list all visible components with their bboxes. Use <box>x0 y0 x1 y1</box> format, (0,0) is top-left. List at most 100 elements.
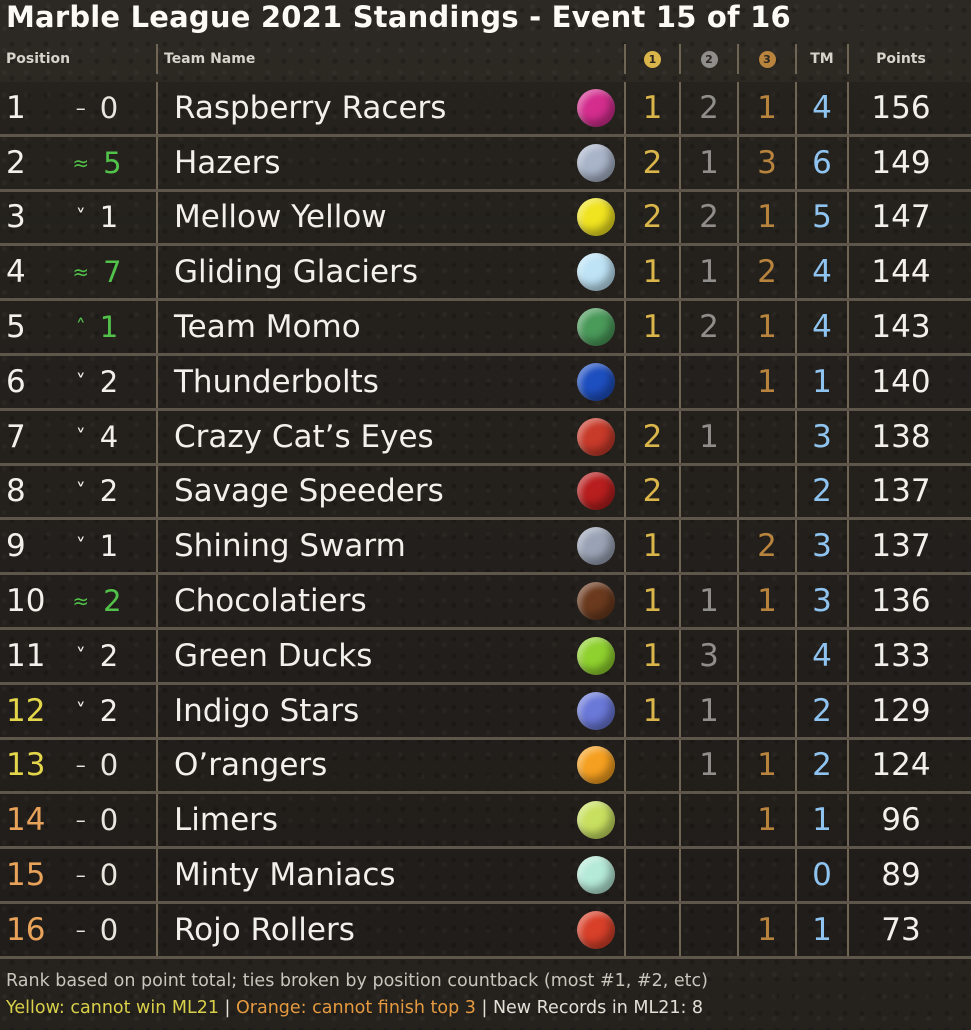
silver-count: 1 <box>681 739 739 792</box>
tm-count: 0 <box>797 849 849 901</box>
standings-board: Marble League 2021 Standings - Event 15 … <box>0 0 971 1030</box>
bronze-count <box>739 629 797 682</box>
marble-cell <box>568 410 626 463</box>
team-name: Crazy Cat’s Eyes <box>174 418 434 455</box>
team-name: Thunderbolts <box>174 363 379 400</box>
points-cell: 136 <box>871 583 931 620</box>
position-cell: 4 <box>6 254 26 291</box>
change-value: 7 <box>103 255 122 290</box>
silver-count <box>681 355 739 408</box>
tm-count: 1 <box>797 355 849 408</box>
position-change: ˅ 2 <box>38 629 158 682</box>
footer-yellow-note: Yellow: cannot win ML21 <box>6 998 219 1018</box>
team-name: Raspberry Racers <box>174 89 447 126</box>
header-team-name: Team Name <box>158 44 626 74</box>
table-row: 5 ˄ 1 Team Momo 1 2 1 4 143 <box>0 301 971 356</box>
down-arrow-icon: ˅ <box>75 424 86 449</box>
bronze-count: 1 <box>739 301 797 353</box>
footer-separator: | <box>475 998 493 1018</box>
down-arrow-icon: ˅ <box>75 479 86 504</box>
position-change: –0 <box>38 739 158 792</box>
table-row: 7 ˅ 4 Crazy Cat’s Eyes 2 1 3 138 <box>0 410 971 466</box>
silver-count: 2 <box>681 301 739 353</box>
gold-count <box>626 903 681 956</box>
marble-icon <box>577 362 615 401</box>
down-arrow-icon: ˅ <box>75 643 86 668</box>
gold-count: 1 <box>626 301 681 353</box>
table-row: 8 ˅ 2 Savage Speeders 2 2 137 <box>0 465 971 521</box>
points-cell: 73 <box>881 911 921 948</box>
tm-count: 1 <box>797 903 849 956</box>
marble-icon <box>577 143 615 182</box>
marble-icon <box>577 691 615 730</box>
points-cell: 133 <box>871 637 931 674</box>
change-value: 2 <box>99 364 119 399</box>
bronze-count: 1 <box>739 739 797 792</box>
team-name: Limers <box>174 802 279 839</box>
marble-cell <box>568 739 626 792</box>
position-change: –0 <box>38 849 158 901</box>
down-arrow-icon: ˅ <box>75 698 86 723</box>
table-header: Position Team Name 1 2 3 TM Points <box>0 44 971 74</box>
footer-rank-note: Rank based on point total; ties broken b… <box>6 971 708 991</box>
marble-cell <box>568 520 626 573</box>
silver-count: 3 <box>681 629 739 682</box>
down-arrow-icon: ˅ <box>75 205 86 230</box>
footer-separator: | <box>218 998 237 1018</box>
bronze-medal-icon: 3 <box>758 50 776 68</box>
marble-cell <box>568 246 626 299</box>
bronze-count: 1 <box>739 794 797 847</box>
footer: Rank based on point total; ties broken b… <box>0 968 971 1030</box>
position-change: ˅ 2 <box>38 465 158 518</box>
tm-count: 3 <box>797 575 849 627</box>
gold-count: 1 <box>626 629 681 682</box>
change-value: 1 <box>99 310 119 345</box>
position-cell: 7 <box>6 418 26 455</box>
table-row: 14–0 Limers 1 1 96 <box>0 794 971 850</box>
table-row: 11 ˅ 2 Green Ducks 1 3 4 133 <box>0 629 971 685</box>
silver-count: 1 <box>681 410 739 463</box>
gold-count <box>626 849 681 901</box>
position-cell: 12 <box>6 692 46 729</box>
footer-legend: Yellow: cannot win ML21 | Orange: cannot… <box>6 995 971 1022</box>
position-change: ≈2 <box>38 575 158 627</box>
position-change: ˅ 1 <box>38 520 158 573</box>
gold-count <box>626 355 681 408</box>
silver-count: 1 <box>681 684 739 737</box>
position-cell: 8 <box>6 473 26 510</box>
points-cell: 89 <box>881 857 921 894</box>
gold-count: 1 <box>626 246 681 299</box>
table-row: 3 ˅ 1 Mellow Yellow 2 2 1 5 147 <box>0 191 971 247</box>
bronze-count <box>739 849 797 901</box>
gold-count: 1 <box>626 520 681 573</box>
silver-count <box>681 465 739 518</box>
silver-count: 1 <box>681 246 739 299</box>
dash-icon: – <box>75 95 86 120</box>
change-value: 1 <box>99 529 119 564</box>
silver-count: 2 <box>681 82 739 134</box>
points-cell: 156 <box>871 89 931 126</box>
marble-icon <box>577 582 615 621</box>
gold-count <box>626 794 681 847</box>
marble-icon <box>577 253 615 292</box>
up-arrow-icon: ˄ <box>75 315 86 340</box>
marble-cell <box>568 849 626 901</box>
tm-count: 5 <box>797 191 849 244</box>
gold-count: 2 <box>626 465 681 518</box>
position-change: ≈5 <box>38 136 158 189</box>
gold-count: 2 <box>626 410 681 463</box>
marble-cell <box>568 355 626 408</box>
change-value: 2 <box>99 474 119 509</box>
points-cell: 137 <box>871 528 931 565</box>
gold-medal-icon: 1 <box>644 50 661 68</box>
footer-records-note: New Records in ML21: 8 <box>492 998 704 1018</box>
table-row: 4 ≈7 Gliding Glaciers 1 1 2 4 144 <box>0 246 971 302</box>
table-row: 13–0 O’rangers 1 1 2 124 <box>0 739 971 795</box>
bronze-count: 1 <box>739 355 797 408</box>
change-value: 0 <box>99 858 119 893</box>
team-name: Rojo Rollers <box>174 911 355 948</box>
bronze-count: 3 <box>739 136 797 189</box>
change-value: 0 <box>99 748 119 783</box>
marble-cell <box>568 191 626 244</box>
header-position: Position <box>0 44 158 74</box>
